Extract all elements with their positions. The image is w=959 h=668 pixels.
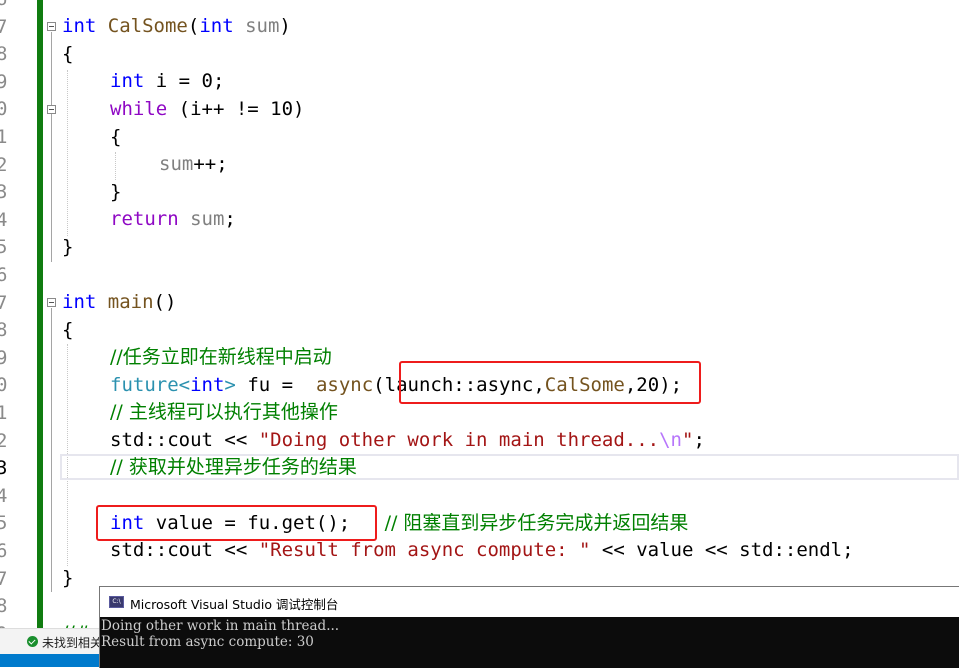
code-line: { [110, 126, 122, 148]
line-number: 3 [0, 181, 8, 204]
line-number: 6 [0, 0, 10, 14]
code-text: ++; [193, 153, 228, 175]
line-number: 6 [0, 540, 8, 562]
console-titlebar[interactable]: C:\ Microsoft Visual Studio 调试控制台 [100, 587, 959, 617]
function-name: CalSome [107, 15, 188, 37]
line-number: 9 [0, 70, 8, 93]
code-comment: //任务立即在新线程中启动 [110, 346, 332, 368]
code-comment: // 获取并处理异步任务的结果 [110, 456, 357, 478]
line-number: 7 [0, 567, 8, 590]
code-line: } [110, 181, 122, 203]
line-number: 0 [0, 374, 8, 397]
check-circle-icon [27, 636, 38, 647]
fold-toggle-calsome[interactable] [47, 22, 56, 31]
line-number: 4 [0, 484, 8, 507]
punct: > [224, 374, 236, 396]
punct: ; [693, 429, 705, 451]
keyword: int [62, 15, 97, 37]
console-output[interactable]: Doing other work in main thread... Resul… [100, 617, 959, 668]
outline-line [51, 32, 52, 262]
indent-guide [115, 152, 116, 180]
parameter: sum [190, 208, 225, 230]
code-text: () [153, 291, 177, 313]
code-line: int CalSome(int sum) [62, 13, 291, 41]
line-number: 7 [0, 15, 8, 38]
fold-toggle-main[interactable] [47, 298, 56, 307]
console-app-icon: C:\ [109, 596, 124, 608]
line-number: 1 [0, 126, 8, 148]
status-bar-accent [0, 654, 100, 667]
punct: ( [373, 374, 385, 396]
line-number: 4 [0, 208, 8, 231]
line-number: 8 [0, 43, 8, 66]
code-line: std::cout << "Doing other work in main t… [110, 427, 705, 455]
keyword: int [110, 70, 145, 92]
console-output-line: Result from async compute: 30 [101, 634, 314, 650]
console-title: Microsoft Visual Studio 调试控制台 [130, 597, 339, 612]
punct: ( [187, 15, 200, 37]
keyword: while [110, 98, 168, 120]
line-number: 5 [0, 236, 8, 259]
code-line: std::cout << "Result from async compute:… [110, 537, 854, 565]
type-name: future [110, 374, 179, 396]
code-text: std::cout << [110, 539, 259, 561]
line-number: 3 [0, 457, 8, 480]
line-number: 2 [0, 429, 8, 452]
keyword: int [62, 291, 97, 313]
code-line: int main() [62, 289, 176, 317]
function-name: async [315, 374, 374, 396]
line-number: 0 [0, 98, 8, 121]
line-number: 8 [0, 319, 8, 342]
annotation-box-launch-args [399, 361, 701, 404]
keyword: int [190, 374, 225, 396]
line-number: 8 [0, 595, 8, 618]
line-number-gutter: 678901234567890123456789 [0, 0, 36, 667]
status-text: 未找到相关 [42, 636, 103, 650]
parameter: sum [159, 153, 194, 175]
punct: < [178, 374, 191, 396]
escape-sequence: \n [659, 429, 682, 451]
status-bar: 未找到相关 [0, 628, 103, 655]
fold-toggle-while[interactable] [47, 105, 56, 114]
string-literal: "Doing other work in main thread... [258, 429, 660, 451]
function-name: main [107, 291, 154, 313]
code-line: } [62, 567, 74, 589]
string-literal: " [681, 429, 694, 451]
code-comment: // 阻塞直到异步任务完成并返回结果 [384, 512, 689, 534]
parameter: sum [245, 15, 280, 37]
keyword: int [199, 15, 234, 37]
code-line: return sum; [110, 206, 236, 234]
console-output-line: Doing other work in main thread... [101, 618, 340, 634]
line-number: 1 [0, 402, 8, 424]
change-tracking-bar [37, 0, 43, 640]
code-line: { [62, 319, 74, 341]
code-line: while (i++ != 10) [110, 96, 304, 124]
code-text: (i++ != 10) [167, 98, 305, 120]
keyword: return [110, 208, 179, 230]
code-line: int i = 0; [110, 68, 224, 96]
code-text: std::cout << [110, 429, 259, 451]
code-line: { [62, 43, 74, 65]
code-text: i = 0; [144, 70, 225, 92]
debug-console-window[interactable]: C:\ Microsoft Visual Studio 调试控制台 Doing … [99, 586, 959, 668]
code-line: sum++; [159, 151, 228, 179]
code-text: fu = [235, 374, 305, 396]
line-number: 5 [0, 512, 8, 535]
line-number: 2 [0, 153, 8, 176]
code-comment: // 主线程可以执行其他操作 [110, 401, 338, 423]
annotation-box-get-call [96, 505, 377, 541]
line-number: 9 [0, 346, 8, 369]
code-line: } [62, 236, 74, 258]
outline-line [51, 308, 52, 592]
code-text: << value << std::endl; [590, 539, 854, 561]
indent-guide [67, 70, 68, 236]
line-number: 7 [0, 291, 8, 314]
line-number: 6 [0, 264, 8, 286]
string-literal: "Result from async compute: " [258, 539, 591, 561]
punct: ) [279, 15, 291, 37]
code-text: ; [224, 208, 236, 230]
